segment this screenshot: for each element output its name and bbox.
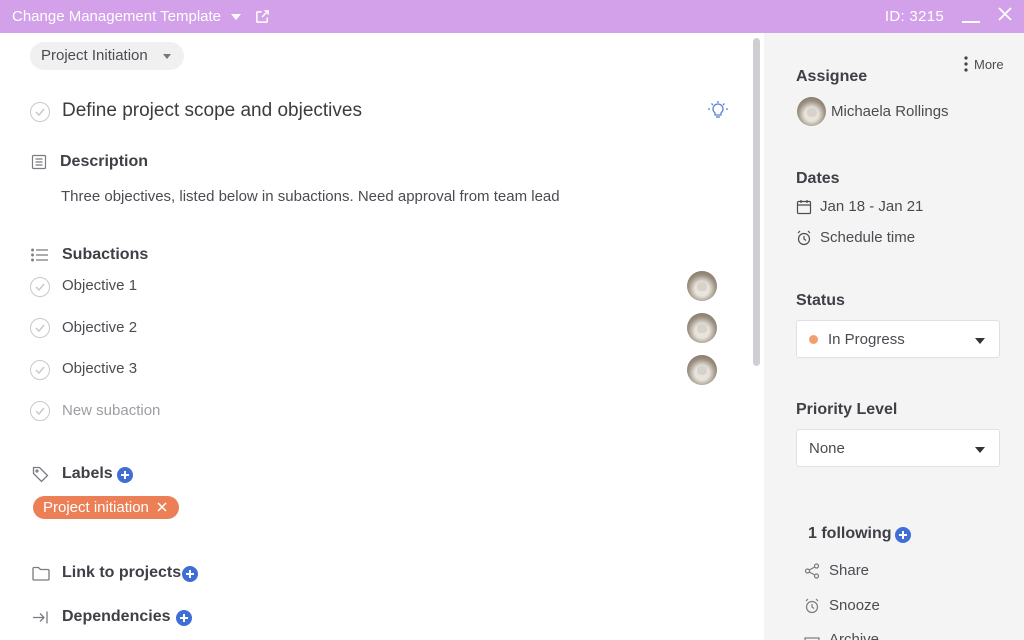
schedule-time-link[interactable]: Schedule time bbox=[820, 229, 915, 246]
alarm-icon bbox=[804, 598, 820, 619]
tag-icon bbox=[32, 466, 49, 488]
external-link-icon[interactable] bbox=[255, 9, 270, 24]
minimize-icon[interactable] bbox=[962, 20, 980, 23]
priority-heading: Priority Level bbox=[796, 401, 898, 418]
dependency-icon bbox=[32, 610, 50, 630]
status-select[interactable]: In Progress bbox=[796, 320, 1000, 358]
avatar[interactable] bbox=[687, 313, 717, 343]
remove-label-icon[interactable] bbox=[157, 496, 167, 519]
task-title[interactable]: Define project scope and objectives bbox=[62, 100, 362, 122]
project-pill-label: Project Initiation bbox=[41, 47, 148, 64]
title-bar: Change Management Template ID: 3215 bbox=[0, 0, 1024, 33]
following-count[interactable]: 1 following bbox=[808, 525, 892, 543]
kebab-icon bbox=[964, 56, 968, 72]
task-id: ID: 3215 bbox=[884, 8, 944, 25]
chevron-down-icon bbox=[162, 54, 171, 59]
subactions-heading: Subactions bbox=[62, 246, 149, 263]
alarm-clock-icon bbox=[796, 230, 812, 251]
share-icon bbox=[804, 563, 820, 584]
avatar[interactable] bbox=[687, 271, 717, 301]
assignee-heading: Assignee bbox=[796, 68, 868, 85]
complete-task-checkbox[interactable] bbox=[30, 102, 50, 122]
description-icon bbox=[31, 154, 47, 175]
chevron-down-icon bbox=[975, 447, 985, 453]
lightbulb-icon[interactable] bbox=[708, 101, 728, 126]
status-heading: Status bbox=[796, 292, 845, 309]
chevron-down-icon bbox=[975, 338, 985, 344]
dates-heading: Dates bbox=[796, 170, 840, 187]
subaction-item[interactable]: Objective 1 bbox=[62, 277, 137, 294]
list-icon bbox=[31, 248, 49, 267]
label-chip[interactable]: Project initiation bbox=[33, 496, 179, 519]
calendar-icon bbox=[796, 199, 812, 220]
chevron-down-icon bbox=[231, 13, 242, 20]
subaction-item[interactable]: Objective 2 bbox=[62, 319, 137, 336]
dependencies-heading: Dependencies bbox=[62, 608, 171, 625]
new-subaction-checkbox bbox=[30, 401, 50, 421]
status-dot bbox=[809, 334, 818, 344]
subaction-checkbox[interactable] bbox=[30, 360, 50, 380]
close-icon[interactable] bbox=[998, 7, 1012, 26]
assignee-name[interactable]: Michaela Rollings bbox=[831, 103, 949, 120]
add-label-button[interactable] bbox=[117, 467, 133, 483]
priority-select[interactable]: None bbox=[796, 429, 1000, 467]
add-dependency-button[interactable] bbox=[176, 610, 192, 626]
snooze-button[interactable]: Snooze bbox=[829, 597, 880, 614]
archive-button[interactable]: Archive bbox=[829, 631, 879, 640]
avatar[interactable] bbox=[687, 355, 717, 385]
status-value: In Progress bbox=[828, 330, 905, 348]
labels-heading: Labels bbox=[62, 465, 113, 482]
project-pill[interactable]: Project Initiation bbox=[30, 42, 184, 70]
new-subaction-input[interactable]: New subaction bbox=[62, 402, 160, 419]
subaction-checkbox[interactable] bbox=[30, 318, 50, 338]
description-heading: Description bbox=[60, 153, 149, 170]
main-scrollbar[interactable] bbox=[753, 38, 760, 366]
subaction-item[interactable]: Objective 3 bbox=[62, 360, 137, 377]
add-follower-button[interactable] bbox=[895, 527, 911, 543]
share-button[interactable]: Share bbox=[829, 562, 869, 579]
description-text[interactable]: Three objectives, listed below in subact… bbox=[61, 188, 560, 205]
link-projects-heading: Link to projects bbox=[62, 564, 182, 581]
more-menu[interactable]: More bbox=[964, 56, 1004, 72]
more-label: More bbox=[974, 56, 1004, 72]
template-name: Change Management Template bbox=[12, 8, 222, 25]
priority-value: None bbox=[809, 439, 845, 457]
date-range[interactable]: Jan 18 - Jan 21 bbox=[820, 198, 923, 215]
label-chip-text: Project initiation bbox=[43, 499, 149, 516]
archive-icon bbox=[804, 632, 820, 640]
add-project-link-button[interactable] bbox=[182, 566, 198, 582]
avatar bbox=[797, 97, 826, 126]
subaction-checkbox[interactable] bbox=[30, 277, 50, 297]
folder-icon bbox=[32, 566, 50, 586]
template-dropdown[interactable]: Change Management Template bbox=[12, 8, 242, 25]
